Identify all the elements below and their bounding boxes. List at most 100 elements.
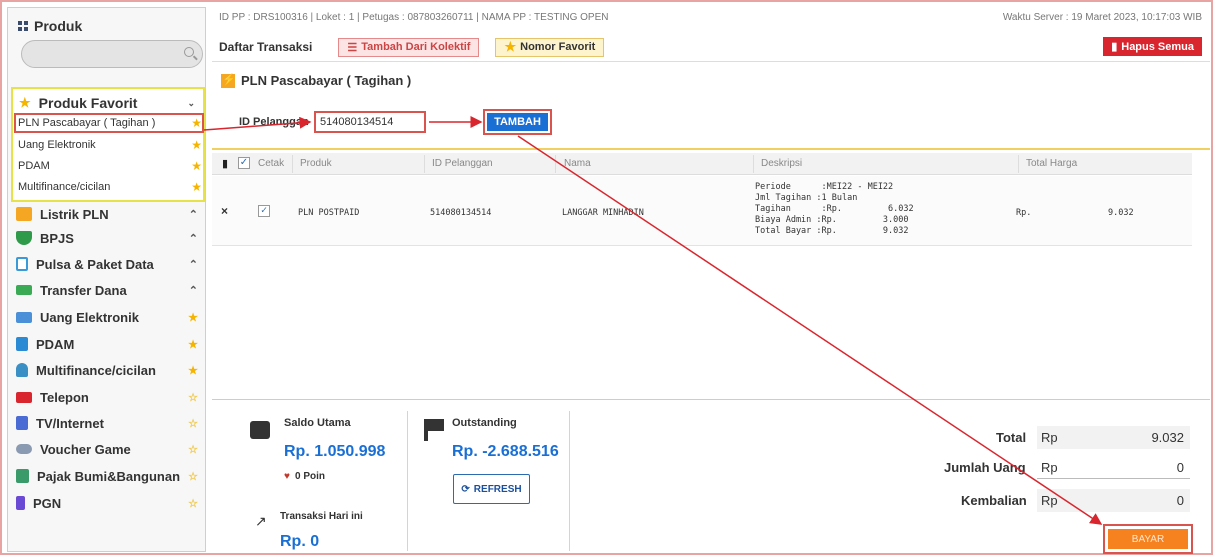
- table-header: ▮ ✓ Cetak Produk ID Pelanggan Nama Deskr…: [212, 153, 1192, 175]
- table-row: × ✓ PLN POSTPAID 514080134514 LANGGAR MI…: [212, 176, 1192, 246]
- trash-icon[interactable]: ▮: [222, 157, 228, 170]
- cell-total-harga: 9.032: [1108, 208, 1134, 218]
- heart-icon: ♥: [284, 471, 290, 482]
- id-pelanggan-input[interactable]: 514080134514: [314, 111, 426, 133]
- kembalian-rp: Rp: [1041, 493, 1058, 508]
- id-pelanggan-label: ID Pelanggan: [239, 116, 309, 128]
- divider: [569, 411, 570, 551]
- tambah-button[interactable]: TAMBAH: [483, 109, 552, 135]
- star-outline-icon[interactable]: ☆: [188, 470, 198, 483]
- total-field: Rp 9.032: [1037, 426, 1190, 449]
- column-header-produk: Produk: [300, 158, 332, 169]
- sidebar-item-bpjs[interactable]: BPJS ⌃: [16, 227, 202, 249]
- divider: [1018, 155, 1019, 173]
- chevron-up-icon: ⌃: [188, 258, 198, 271]
- tambah-kolektif-button[interactable]: ☰ Tambah Dari Kolektif: [338, 37, 480, 57]
- sidebar-item-pajak[interactable]: Pajak Bumi&Bangunan ☆: [16, 465, 202, 487]
- hapus-semua-label: Hapus Semua: [1121, 40, 1194, 53]
- cell-total-rp: Rp.: [1016, 208, 1032, 218]
- favorite-item-label: PDAM: [18, 160, 50, 172]
- sidebar-title: Produk: [18, 18, 82, 34]
- cell-id-pelanggan: 514080134514: [430, 208, 492, 218]
- nomor-favorit-button[interactable]: ★ Nomor Favorit: [495, 37, 605, 57]
- star-outline-icon[interactable]: ☆: [188, 497, 198, 510]
- row-checkbox[interactable]: ✓: [258, 205, 270, 217]
- favorite-item-uang-elektronik[interactable]: Uang Elektronik ★: [16, 135, 202, 155]
- jumlah-uang-input[interactable]: Rp 0: [1037, 456, 1190, 479]
- cell-deskripsi-line: Biaya Admin :Rp. 3.000: [755, 215, 909, 225]
- star-icon[interactable]: ★: [191, 138, 202, 152]
- sidebar-item-voucher-game[interactable]: Voucher Game ☆: [16, 438, 202, 460]
- saldo-value: Rp. 1.050.998: [284, 443, 386, 460]
- sidebar-item-label: Multifinance/cicilan: [36, 362, 156, 378]
- column-header-deskripsi: Deskripsi: [761, 158, 803, 169]
- main-panel: ID PP : DRS100316 | Loket : 1 | Petugas …: [212, 7, 1210, 554]
- search-input[interactable]: [21, 40, 203, 68]
- star-icon[interactable]: ★: [191, 116, 202, 130]
- tambah-label: TAMBAH: [487, 113, 548, 131]
- star-icon[interactable]: ★: [191, 159, 202, 173]
- divider: [292, 155, 293, 173]
- favorite-item-multifinance[interactable]: Multifinance/cicilan ★: [16, 177, 202, 197]
- flag-icon-banner: [428, 419, 444, 431]
- cell-produk: PLN POSTPAID: [298, 208, 360, 218]
- favorite-item-label: PLN Pascabayar ( Tagihan ): [18, 117, 156, 129]
- sidebar-item-label: Listrik PLN: [40, 206, 109, 222]
- shield-icon: [16, 231, 32, 245]
- product-title-label: PLN Pascabayar ( Tagihan ): [241, 73, 412, 88]
- divider: [424, 155, 425, 173]
- telephone-icon: [16, 391, 32, 403]
- favorite-item-label: Multifinance/cicilan: [18, 181, 111, 193]
- star-outline-icon[interactable]: ☆: [188, 417, 198, 430]
- chevron-up-icon: ⌃: [188, 232, 198, 245]
- transaksi-value: Rp. 0: [280, 533, 320, 550]
- sidebar-item-label: Telepon: [40, 389, 89, 405]
- sidebar-item-pdam[interactable]: PDAM ★: [16, 333, 202, 355]
- sidebar-item-label: PDAM: [36, 336, 75, 352]
- star-icon[interactable]: ★: [188, 364, 198, 377]
- favorite-item-pln-pascabayar[interactable]: PLN Pascabayar ( Tagihan ) ★: [14, 113, 204, 133]
- remove-row-icon[interactable]: ×: [221, 204, 228, 218]
- column-header-total-harga: Total Harga: [1026, 158, 1078, 169]
- star-icon: ★: [19, 95, 31, 110]
- sidebar-item-multifinance[interactable]: Multifinance/cicilan ★: [16, 359, 202, 381]
- bayar-label: BAYAR: [1108, 529, 1188, 549]
- sidebar-item-listrik-pln[interactable]: Listrik PLN ⌃: [16, 203, 202, 225]
- sidebar-item-label: Voucher Game: [40, 441, 131, 457]
- kembalian-label: Kembalian: [961, 493, 1027, 508]
- column-header-cetak: Cetak: [258, 158, 285, 169]
- favorites-header[interactable]: ★ Produk Favorit ⌄: [19, 93, 199, 113]
- sidebar-item-tv-internet[interactable]: TV/Internet ☆: [16, 412, 202, 434]
- select-all-checkbox[interactable]: ✓: [238, 157, 250, 169]
- kembalian-field: Rp 0: [1037, 489, 1190, 512]
- person-icon: [16, 363, 28, 377]
- server-time: Waktu Server : 19 Maret 2023, 10:17:03 W…: [1002, 12, 1202, 23]
- total-value: 9.032: [1151, 430, 1184, 445]
- hapus-semua-button[interactable]: ▮ Hapus Semua: [1103, 37, 1202, 56]
- star-outline-icon[interactable]: ☆: [188, 391, 198, 404]
- star-icon[interactable]: ★: [188, 338, 198, 351]
- search-icon: [184, 47, 194, 57]
- sidebar-item-pulsa[interactable]: Pulsa & Paket Data ⌃: [16, 253, 202, 275]
- star-icon[interactable]: ★: [191, 180, 202, 194]
- sidebar-item-uang-elektronik[interactable]: Uang Elektronik ★: [16, 306, 202, 328]
- star-outline-icon[interactable]: ☆: [188, 443, 198, 456]
- transaksi-label: Transaksi Hari ini: [280, 511, 363, 522]
- sidebar-item-pgn[interactable]: PGN ☆: [16, 492, 202, 514]
- divider: [407, 411, 408, 551]
- refresh-button[interactable]: ⟳ REFRESH: [453, 474, 530, 504]
- sidebar-item-transfer-dana[interactable]: Transfer Dana ⌃: [16, 279, 202, 301]
- tambah-kolektif-label: Tambah Dari Kolektif: [361, 41, 471, 53]
- sidebar-item-telepon[interactable]: Telepon ☆: [16, 386, 202, 408]
- star-icon[interactable]: ★: [188, 311, 198, 324]
- chevron-down-icon: ⌄: [187, 97, 195, 108]
- favorite-item-pdam[interactable]: PDAM ★: [16, 156, 202, 176]
- bayar-button[interactable]: BAYAR: [1103, 524, 1193, 554]
- toolbar: Daftar Transaksi ☰ Tambah Dari Kolektif …: [219, 37, 605, 57]
- house-icon: [16, 469, 29, 483]
- sidebar-item-label: Pulsa & Paket Data: [36, 256, 154, 272]
- divider: [753, 155, 754, 173]
- page-title: Daftar Transaksi: [219, 40, 313, 54]
- money-icon: [16, 285, 32, 295]
- divider: [212, 61, 1210, 62]
